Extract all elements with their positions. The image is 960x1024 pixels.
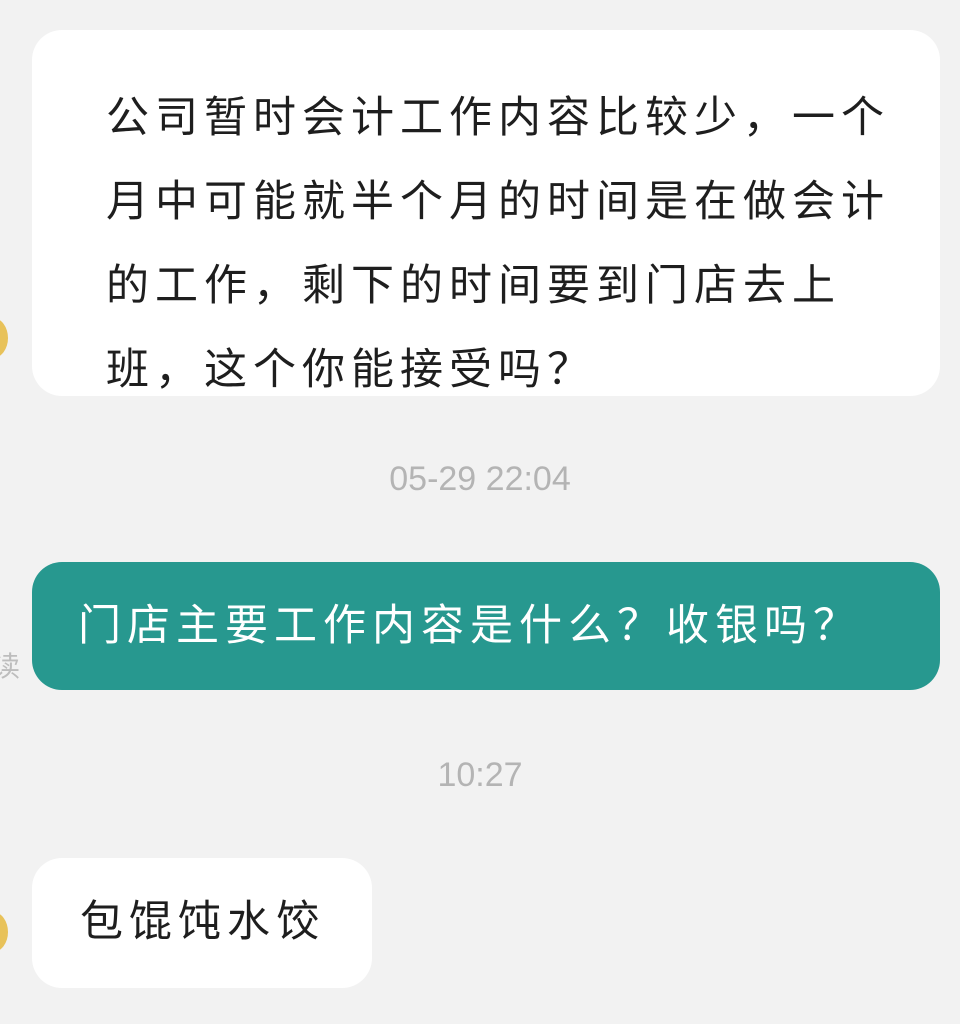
message-bubble-incoming[interactable]: 公司暂时会计工作内容比较少，一个月中可能就半个月的时间是在做会计的工作，剩下的时… xyxy=(32,30,940,396)
avatar[interactable] xyxy=(0,912,8,952)
message-text: 包馄饨水饺 xyxy=(80,897,325,947)
read-status: 读 xyxy=(0,650,21,683)
chat-view[interactable]: 公司暂时会计工作内容比较少，一个月中可能就半个月的时间是在做会计的工作，剩下的时… xyxy=(0,0,960,1024)
message-text: 公司暂时会计工作内容比较少，一个月中可能就半个月的时间是在做会计的工作，剩下的时… xyxy=(106,93,890,395)
message-text: 门店主要工作内容是什么？收银吗？ xyxy=(78,601,862,651)
timestamp: 10:27 xyxy=(437,756,523,794)
message-bubble-incoming[interactable]: 包馄饨水饺 xyxy=(32,858,372,988)
timestamp: 05-29 22:04 xyxy=(389,460,571,498)
avatar[interactable] xyxy=(0,318,8,358)
message-bubble-outgoing[interactable]: 门店主要工作内容是什么？收银吗？ xyxy=(32,562,940,690)
